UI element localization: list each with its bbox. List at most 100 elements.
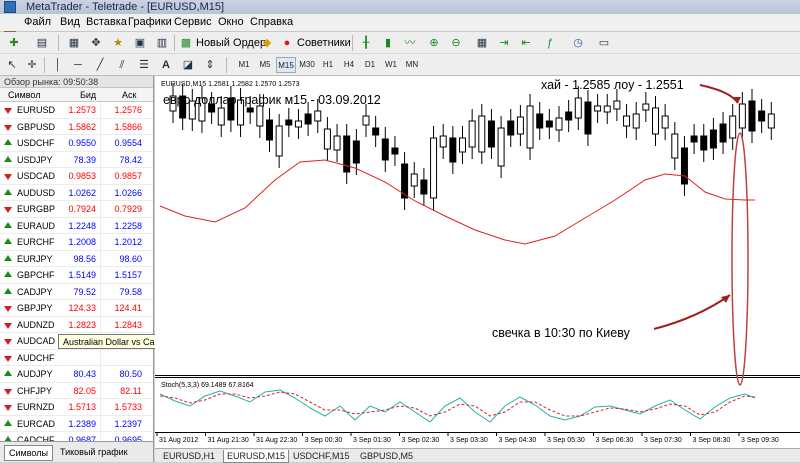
bid-price: 124.33 [68, 303, 96, 313]
market-watch-row[interactable]: USDCHF 0.9550 0.9554 [0, 135, 153, 152]
chart-tab-usdchf-m15[interactable]: USDCHF,M15 [293, 450, 350, 462]
autoscroll-icon[interactable]: ⇥ [496, 35, 512, 51]
ask-price: 1.2012 [114, 237, 142, 247]
market-watch-row[interactable]: EURNZD 1.5713 1.5733 [0, 399, 153, 416]
pointer-arrow-bottom [653, 294, 731, 330]
vertical-line-icon[interactable]: │ [50, 57, 66, 73]
tile-windows-icon[interactable]: ▦ [474, 35, 490, 51]
market-watch-row[interactable]: USDCAD 0.9853 0.9857 [0, 168, 153, 185]
horizontal-line-icon[interactable]: ─ [70, 57, 86, 73]
zoom-in-icon[interactable]: ⊕ [426, 35, 442, 51]
candle [343, 124, 351, 184]
market-watch-row[interactable]: EURCHF 1.2008 1.2012 [0, 234, 153, 251]
candle [767, 102, 775, 140]
text-icon[interactable]: A [158, 57, 174, 73]
indicators-icon[interactable]: ƒ [542, 35, 558, 51]
new-chart-icon[interactable]: ✚ [6, 35, 22, 51]
menu-tools[interactable]: Сервис [174, 16, 212, 28]
arrows-icon[interactable]: ⇕ [202, 57, 218, 73]
timeframe-m30[interactable]: M30 [297, 57, 317, 73]
timeframe-h1[interactable]: H1 [318, 57, 338, 73]
market-watch-tabs: Символы Тиковый график [0, 441, 153, 462]
menu-file[interactable]: Файл [24, 16, 51, 28]
market-watch-icon[interactable]: ▦ [66, 35, 82, 51]
line-chart-icon[interactable]: 〰 [402, 35, 418, 51]
templates-icon[interactable]: ▭ [596, 35, 612, 51]
chart-shift-icon[interactable]: ⇤ [518, 35, 534, 51]
bid-price: 79.52 [73, 286, 96, 297]
ask-price: 1.0266 [114, 187, 142, 198]
navigator-icon[interactable]: ★ [110, 35, 126, 51]
market-watch-row[interactable]: AUDUSD 1.0262 1.0266 [0, 184, 153, 201]
chart-tab-eurusd-h1[interactable]: EURUSD,H1 [163, 450, 215, 462]
candle [497, 116, 505, 178]
timeframe-mn[interactable]: MN [402, 57, 422, 73]
chart-tab-gbpusd-m5[interactable]: GBPUSD,M5 [360, 450, 413, 462]
market-watch-row[interactable]: EURGBP 0.7924 0.7929 [0, 201, 153, 218]
channel-icon[interactable]: ⫽ [114, 57, 130, 73]
column-ask[interactable]: Аск [122, 88, 136, 102]
market-watch-row[interactable]: GBPCHF 1.5149 1.5157 [0, 267, 153, 284]
market-watch-row[interactable]: EURAUD 1.2248 1.2258 [0, 217, 153, 234]
market-watch-row[interactable]: CHFJPY 82.05 82.11 [0, 382, 153, 399]
metaeditor-icon[interactable]: ◆ [259, 35, 275, 51]
tab-symbols[interactable]: Символы [4, 445, 53, 461]
price-up-icon [4, 221, 12, 228]
new-order-button[interactable]: Новый Ордер [196, 35, 266, 51]
timeframe-d1[interactable]: D1 [360, 57, 380, 73]
candle [719, 112, 727, 154]
column-bid[interactable]: Бид [80, 88, 96, 102]
market-watch-row[interactable]: EURUSD 1.2573 1.2576 [0, 102, 153, 119]
timeframe-m1[interactable]: M1 [234, 57, 254, 73]
cursor-icon[interactable]: ↖ [4, 57, 20, 73]
bar-chart-icon[interactable]: ╂ [358, 35, 374, 51]
tester-icon[interactable]: ▥ [154, 35, 170, 51]
profiles-icon[interactable]: ▤ [34, 35, 50, 51]
timeframe-m5[interactable]: M5 [255, 57, 275, 73]
price-chart[interactable]: EURUSD,M15 1.2581 1.2582 1.2570 1.2573 е… [155, 76, 800, 448]
label-icon[interactable]: ◪ [180, 57, 196, 73]
market-watch-row[interactable]: USDJPY 78.39 78.42 [0, 151, 153, 168]
menu-charts[interactable]: Графики [128, 16, 172, 28]
stochastic-main-line [159, 389, 756, 423]
timeframe-m15[interactable]: M15 [276, 57, 296, 73]
chart-tab-eurusd-m15[interactable]: EURUSD,M15 [223, 450, 290, 463]
data-window-icon[interactable]: ✥ [88, 35, 104, 51]
trendline-icon[interactable]: ╱ [92, 57, 108, 73]
fibonacci-icon[interactable]: ☰ [136, 57, 152, 73]
chart-window[interactable]: EURUSD,M15 1.2581 1.2582 1.2570 1.2573 е… [155, 76, 800, 462]
new-order-icon[interactable]: ▩ [178, 35, 194, 51]
experts-icon[interactable]: ● [279, 35, 295, 51]
menu-insert[interactable]: Вставка [86, 16, 127, 28]
market-watch-row[interactable]: EURCAD 1.2389 1.2397 [0, 415, 153, 432]
market-watch-row[interactable]: CADJPY 79.52 79.58 [0, 283, 153, 300]
crosshair-icon[interactable]: ✛ [24, 57, 40, 73]
terminal-icon[interactable]: ▣ [132, 35, 148, 51]
bid-price: 0.7924 [68, 204, 96, 214]
market-watch-row[interactable]: AUDNZD 1.2823 1.2843 [0, 316, 153, 333]
menu-window[interactable]: Окно [218, 16, 244, 28]
menu-help[interactable]: Справка [250, 16, 293, 28]
time-label: 3 Sep 08:30 [693, 437, 731, 444]
symbol-name: GBPJPY [17, 303, 53, 313]
menu-view[interactable]: Вид [60, 16, 80, 28]
stochastic-signal-line [159, 391, 756, 417]
candle [584, 90, 592, 146]
timeframe-h4[interactable]: H4 [339, 57, 359, 73]
price-down-icon [4, 306, 12, 312]
zoom-out-icon[interactable]: ⊖ [448, 35, 464, 51]
candlestick-icon[interactable]: ▮ [380, 35, 396, 51]
market-watch-row[interactable]: GBPJPY 124.33 124.41 [0, 300, 153, 317]
candle [709, 118, 717, 160]
bid-price: 1.2573 [68, 105, 96, 115]
experts-button[interactable]: Советники [297, 35, 351, 51]
column-symbol[interactable]: Символ [8, 88, 40, 102]
market-watch-row[interactable]: AUDJPY 80.43 80.50 [0, 366, 153, 383]
market-watch-row[interactable]: EURJPY 98.56 98.60 [0, 250, 153, 267]
tab-tick-chart[interactable]: Тиковый график [60, 445, 128, 459]
market-watch-row[interactable]: GBPUSD 1.5862 1.5866 [0, 118, 153, 135]
market-watch-row[interactable]: AUDCHF [0, 349, 153, 366]
periods-icon[interactable]: ◷ [570, 35, 586, 51]
timeframe-w1[interactable]: W1 [381, 57, 401, 73]
time-label: 31 Aug 21:30 [208, 437, 249, 444]
